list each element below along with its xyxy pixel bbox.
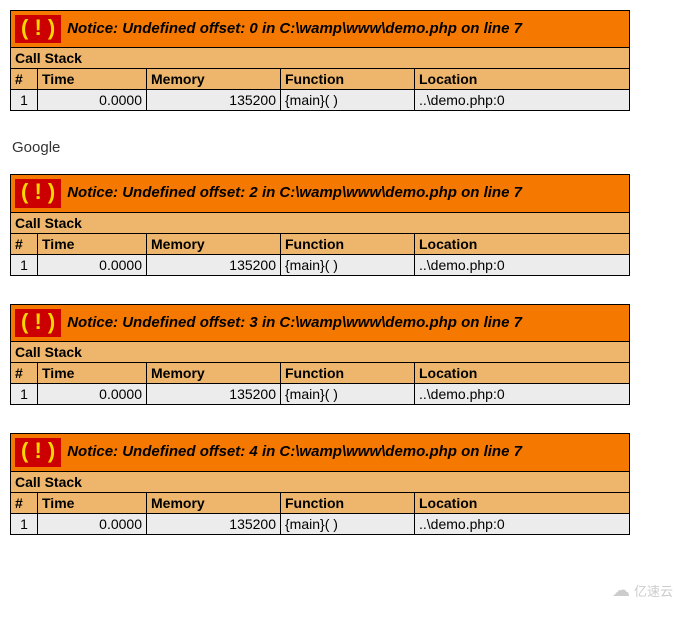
table-row: 10.0000135200{main}( )..\demo.php:0 <box>11 384 630 405</box>
cell-number: 1 <box>11 90 38 111</box>
table-row: 10.0000135200{main}( )..\demo.php:0 <box>11 254 630 275</box>
col-header-function: Function <box>281 233 415 254</box>
callstack-label: Call Stack <box>11 471 630 492</box>
col-header-location: Location <box>415 233 630 254</box>
error-header: ( ! ) Notice: Undefined offset: 0 in C:\w… <box>11 11 630 48</box>
error-header: ( ! ) Notice: Undefined offset: 2 in C:\w… <box>11 175 630 212</box>
cell-time: 0.0000 <box>38 513 147 534</box>
warning-icon: ( ! ) <box>15 15 61 43</box>
col-header-function: Function <box>281 363 415 384</box>
cell-number: 1 <box>11 254 38 275</box>
cell-memory: 135200 <box>147 90 281 111</box>
error-header: ( ! ) Notice: Undefined offset: 3 in C:\w… <box>11 304 630 341</box>
xdebug-error-table: ( ! ) Notice: Undefined offset: 3 in C:\w… <box>10 304 630 405</box>
output-text: Google <box>12 139 675 156</box>
cell-memory: 135200 <box>147 254 281 275</box>
col-header-time: Time <box>38 492 147 513</box>
cell-number: 1 <box>11 513 38 534</box>
cell-location: ..\demo.php:0 <box>415 384 630 405</box>
col-header-time: Time <box>38 363 147 384</box>
col-header-number: # <box>11 363 38 384</box>
cell-number: 1 <box>11 384 38 405</box>
cloud-icon: ☁ <box>612 580 630 601</box>
watermark-label: ☁ 亿速云 <box>612 580 673 601</box>
col-header-time: Time <box>38 69 147 90</box>
cell-memory: 135200 <box>147 513 281 534</box>
col-header-number: # <box>11 492 38 513</box>
callstack-label: Call Stack <box>11 212 630 233</box>
warning-icon: ( ! ) <box>15 179 61 207</box>
col-header-location: Location <box>415 69 630 90</box>
col-header-number: # <box>11 69 38 90</box>
cell-function: {main}( ) <box>281 90 415 111</box>
table-row: 10.0000135200{main}( )..\demo.php:0 <box>11 90 630 111</box>
table-row: 10.0000135200{main}( )..\demo.php:0 <box>11 513 630 534</box>
cell-time: 0.0000 <box>38 384 147 405</box>
xdebug-error-table: ( ! ) Notice: Undefined offset: 2 in C:\w… <box>10 174 630 275</box>
col-header-number: # <box>11 233 38 254</box>
cell-location: ..\demo.php:0 <box>415 254 630 275</box>
col-header-location: Location <box>415 363 630 384</box>
col-header-location: Location <box>415 492 630 513</box>
error-message: Notice: Undefined offset: 3 in C:\wamp\w… <box>67 314 513 331</box>
col-header-function: Function <box>281 492 415 513</box>
warning-icon: ( ! ) <box>15 438 61 466</box>
callstack-label: Call Stack <box>11 342 630 363</box>
error-message: Notice: Undefined offset: 4 in C:\wamp\w… <box>67 443 513 460</box>
error-line-number: 7 <box>514 443 522 460</box>
error-message: Notice: Undefined offset: 2 in C:\wamp\w… <box>67 185 513 202</box>
cell-time: 0.0000 <box>38 254 147 275</box>
error-line-number: 7 <box>514 20 522 37</box>
cell-function: {main}( ) <box>281 513 415 534</box>
cell-function: {main}( ) <box>281 384 415 405</box>
watermark-text: 亿速云 <box>634 581 673 600</box>
error-line-number: 7 <box>514 314 522 331</box>
xdebug-error-table: ( ! ) Notice: Undefined offset: 4 in C:\w… <box>10 433 630 534</box>
cell-location: ..\demo.php:0 <box>415 90 630 111</box>
cell-time: 0.0000 <box>38 90 147 111</box>
col-header-time: Time <box>38 233 147 254</box>
col-header-memory: Memory <box>147 492 281 513</box>
cell-memory: 135200 <box>147 384 281 405</box>
col-header-memory: Memory <box>147 69 281 90</box>
cell-function: {main}( ) <box>281 254 415 275</box>
col-header-memory: Memory <box>147 233 281 254</box>
xdebug-error-table: ( ! ) Notice: Undefined offset: 0 in C:\w… <box>10 10 630 111</box>
warning-icon: ( ! ) <box>15 309 61 337</box>
error-message: Notice: Undefined offset: 0 in C:\wamp\w… <box>67 20 513 37</box>
error-line-number: 7 <box>514 185 522 202</box>
col-header-memory: Memory <box>147 363 281 384</box>
col-header-function: Function <box>281 69 415 90</box>
error-header: ( ! ) Notice: Undefined offset: 4 in C:\w… <box>11 434 630 471</box>
cell-location: ..\demo.php:0 <box>415 513 630 534</box>
callstack-label: Call Stack <box>11 48 630 69</box>
